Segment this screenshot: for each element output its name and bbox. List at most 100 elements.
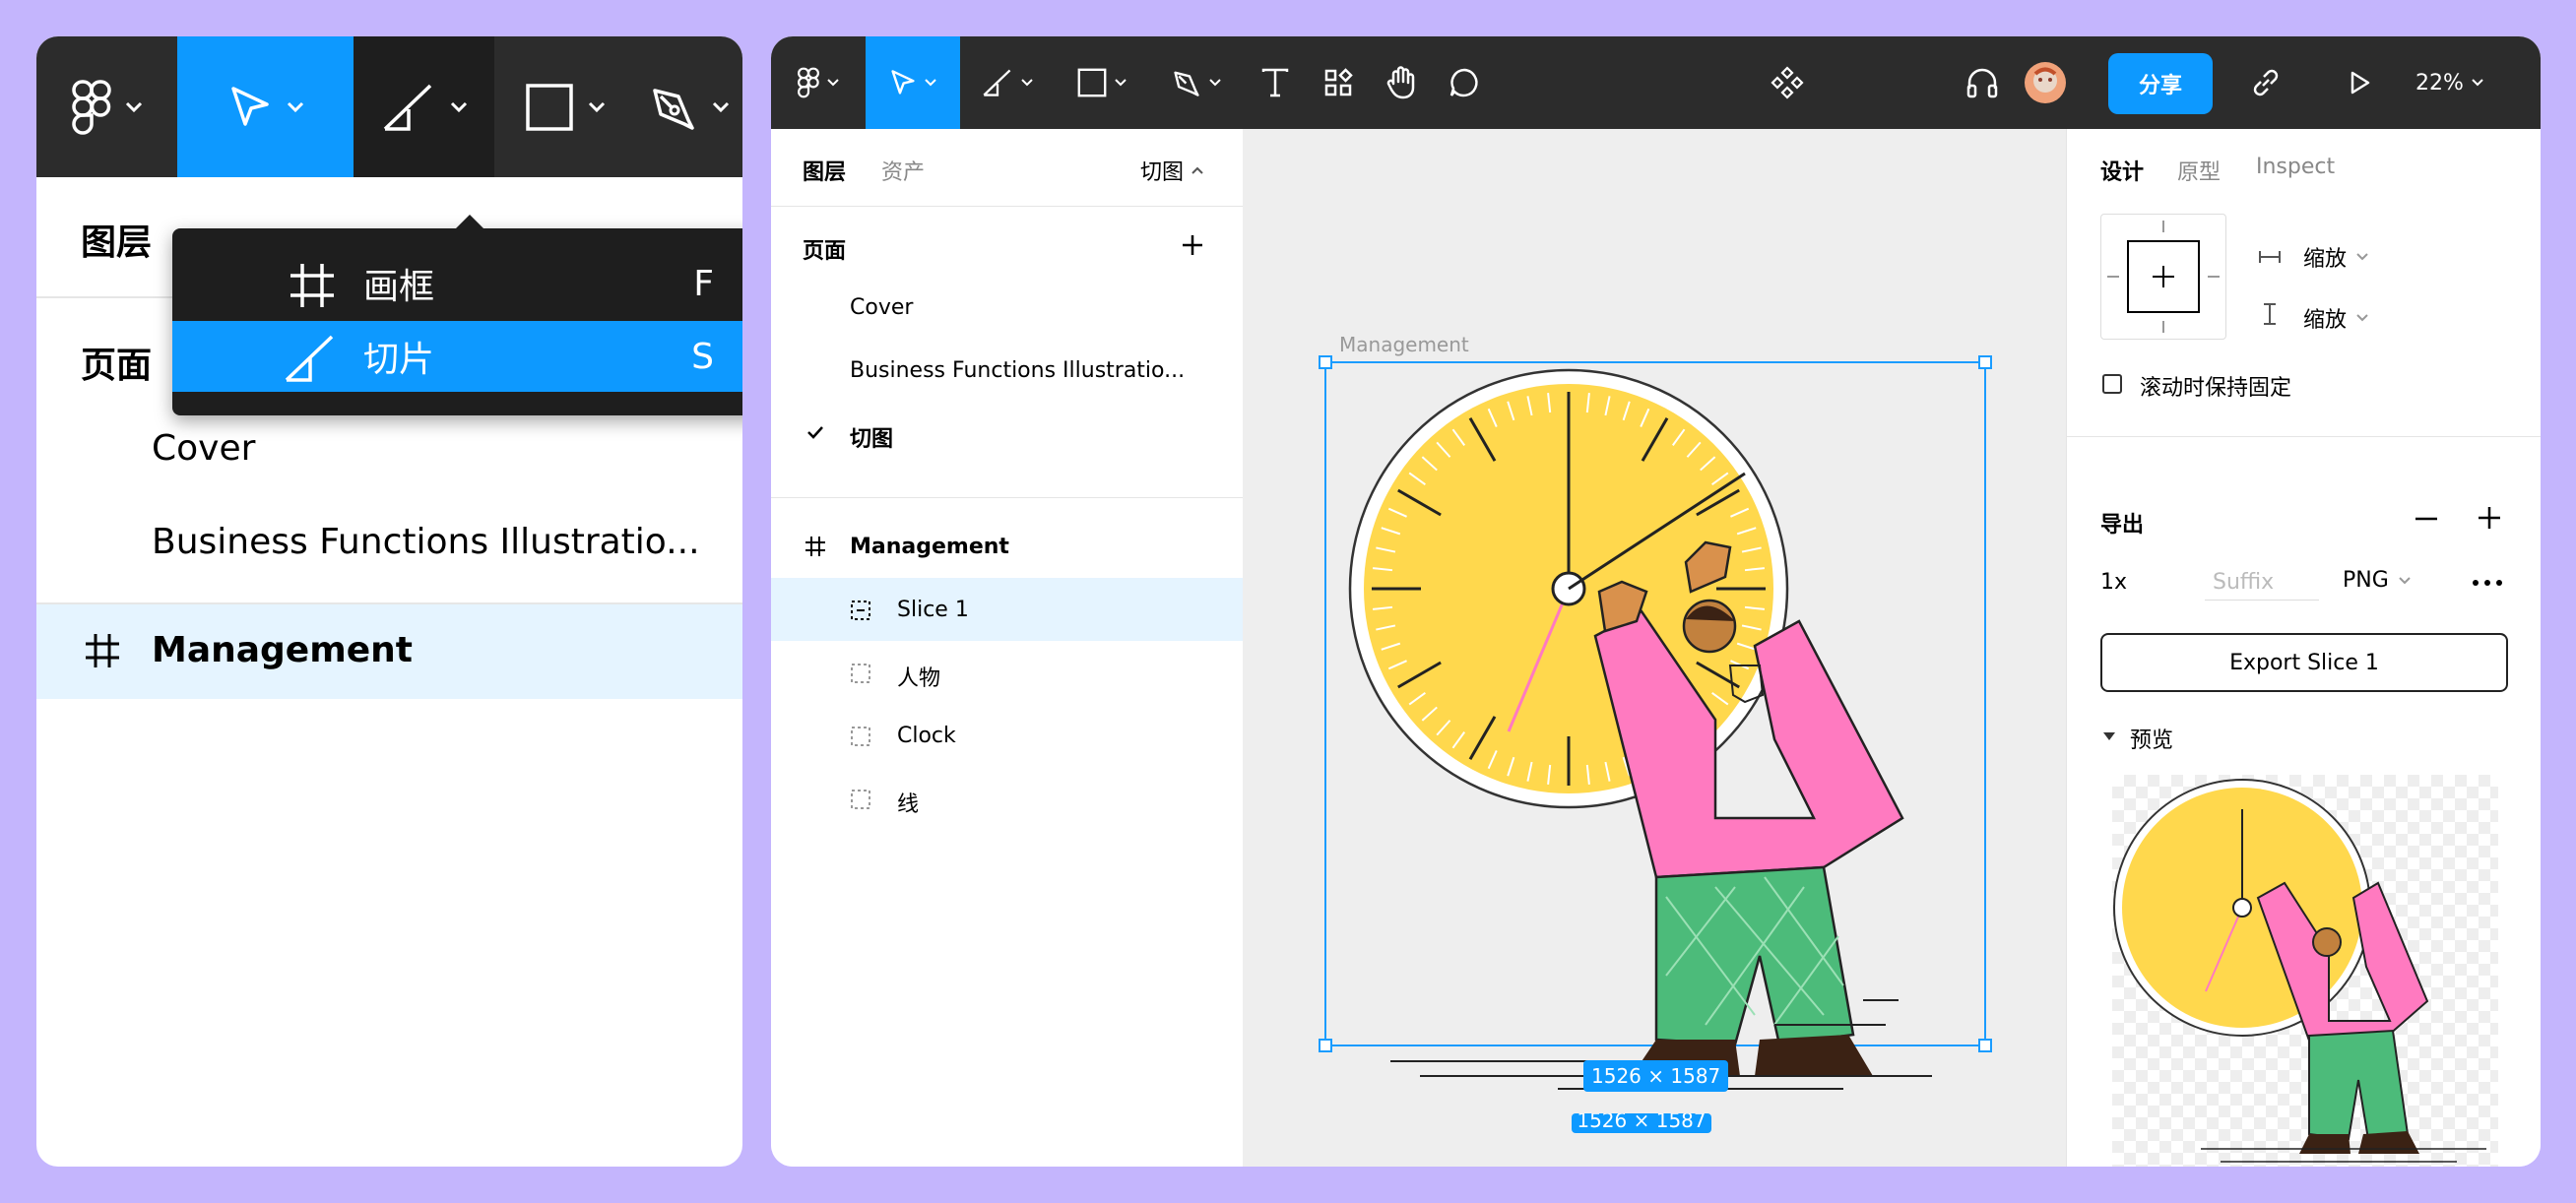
layer-row-slice[interactable]: Slice 1 (771, 578, 1243, 641)
play-icon (2351, 71, 2370, 95)
frame-icon (805, 537, 825, 556)
main-menu-button[interactable] (771, 36, 866, 129)
page-item-cover[interactable]: Cover (152, 428, 255, 469)
copy-link-button[interactable] (2234, 36, 2297, 129)
layer-row-management[interactable]: Management (36, 604, 742, 699)
move-tool-button[interactable] (866, 36, 960, 129)
vertical-constraint-select[interactable]: 缩放 (2303, 302, 2368, 334)
format-label: PNG (2343, 568, 2389, 593)
hand-icon (1386, 66, 1415, 99)
zoom-label: 22% (2415, 70, 2464, 95)
slice-tool-dropdown: 画框 F 切片 S (172, 215, 742, 415)
export-button[interactable]: Export Slice 1 (2100, 633, 2508, 692)
constraints-widget[interactable] (2100, 214, 2226, 340)
layer-name: 线 (897, 792, 920, 817)
shape-tool-button[interactable] (494, 36, 635, 177)
page-selector-label: 切图 (1140, 160, 1185, 185)
caret-down-icon[interactable] (2102, 731, 2116, 741)
shortcut-label: S (691, 336, 714, 377)
plus-icon[interactable] (2479, 507, 2500, 529)
more-options-icon[interactable] (2473, 580, 2502, 586)
audio-call-button[interactable] (1951, 36, 2014, 129)
chevron-down-icon (588, 101, 605, 112)
main-menu-button[interactable] (36, 36, 177, 177)
export-preview (2112, 775, 2498, 1167)
export-format-select[interactable]: PNG (2343, 568, 2411, 593)
menu-item-label: 切片 (363, 340, 435, 380)
horizontal-constraint-select[interactable]: 缩放 (2303, 241, 2368, 273)
comment-tool-button[interactable] (1433, 36, 1496, 129)
figma-logo-icon (71, 79, 111, 135)
export-title: 导出 (2100, 513, 2145, 538)
zoom-dropdown[interactable]: 22% (2415, 36, 2483, 129)
present-button[interactable] (2329, 36, 2392, 129)
export-scale[interactable]: 1x (2100, 570, 2127, 595)
page-selector[interactable]: 切图 (1140, 155, 1203, 186)
chevron-down-icon (1115, 79, 1127, 87)
component-icon (1771, 66, 1804, 99)
zoomed-detail-panel: 图层 页面 Cover Business Functions Illustrat… (36, 36, 742, 1167)
preview-label: 预览 (2130, 728, 2174, 753)
layer-row-clock[interactable]: Clock (771, 704, 1243, 767)
fix-scroll-checkbox[interactable] (2102, 374, 2122, 394)
add-page-icon[interactable] (1181, 233, 1204, 257)
cursor-icon (230, 86, 269, 126)
frame-icon (86, 634, 119, 667)
pen-tool-button[interactable] (1149, 36, 1244, 129)
page-item-business[interactable]: Business Functions Illustratio... (152, 522, 700, 562)
layers-tab-partial[interactable]: 图层 (81, 214, 152, 265)
tab-prototype[interactable]: 原型 (2177, 155, 2221, 186)
divider (2067, 436, 2541, 437)
page-item-current[interactable]: 切图 (850, 421, 893, 453)
minus-icon[interactable] (2415, 517, 2437, 521)
layer-name: Slice 1 (897, 598, 969, 622)
canvas[interactable]: Management 1526 × 1587 1526 × 1587 (1243, 129, 2066, 1167)
suffix-placeholder: Suffix (2213, 570, 2275, 595)
illustration (1319, 355, 1992, 1090)
resources-tool-button[interactable] (1307, 36, 1370, 129)
chevron-up-icon (1191, 166, 1203, 174)
chevron-down-icon (287, 101, 303, 112)
share-button[interactable]: 分享 (2108, 53, 2213, 114)
text-icon (1261, 68, 1289, 97)
size-badge: 1526 × 1587 (1583, 1060, 1729, 1092)
text-tool-button[interactable] (1244, 36, 1307, 129)
horizontal-constraint-icon (2259, 251, 2281, 263)
top-toolbar: 分享 22% (771, 36, 2541, 129)
menu-item-frame[interactable]: 画框 F (172, 248, 742, 319)
user-avatar[interactable] (2014, 36, 2077, 129)
zoomed-toolbar (36, 36, 742, 177)
layer-row-lines[interactable]: 线 (771, 767, 1243, 830)
shape-tool-button[interactable] (1055, 36, 1149, 129)
layer-row-management[interactable]: Management (771, 515, 1243, 578)
pen-tool-button[interactable] (635, 36, 742, 177)
constraint-label: 缩放 (2303, 308, 2348, 333)
slice-tool-button[interactable] (354, 36, 494, 177)
layer-row-figure[interactable]: 人物 (771, 641, 1243, 704)
create-component-button[interactable] (1756, 36, 1819, 129)
chevron-down-icon (712, 101, 729, 112)
pen-icon (652, 88, 694, 130)
rectangle-icon (525, 83, 573, 131)
fix-scroll-label: 滚动时保持固定 (2140, 376, 2292, 401)
layers-panel: 图层 资产 切图 页面 Cover Business Functions Ill… (771, 129, 1244, 1167)
tab-design[interactable]: 设计 (2100, 155, 2144, 186)
page-item-business[interactable]: Business Functions Illustratio... (850, 358, 1185, 383)
tab-layers[interactable]: 图层 (803, 155, 846, 186)
figma-logo-icon (798, 67, 819, 98)
chevron-down-icon (2356, 253, 2368, 261)
tab-inspect[interactable]: Inspect (2256, 155, 2335, 179)
menu-item-slice[interactable]: 切片 S (172, 321, 742, 392)
group-dashed-icon (851, 727, 870, 746)
comment-icon (1449, 68, 1478, 97)
slice-tool-button[interactable] (960, 36, 1055, 129)
tab-assets[interactable]: 资产 (881, 155, 925, 186)
export-suffix-input[interactable]: Suffix (2205, 562, 2319, 601)
page-item-cover[interactable]: Cover (850, 295, 913, 320)
components-grid-icon (1324, 68, 1353, 96)
move-tool-button[interactable] (177, 36, 354, 177)
pages-header: 页面 (803, 239, 847, 264)
group-dashed-icon (851, 790, 870, 809)
hand-tool-button[interactable] (1370, 36, 1433, 129)
chevron-down-icon (125, 101, 142, 112)
